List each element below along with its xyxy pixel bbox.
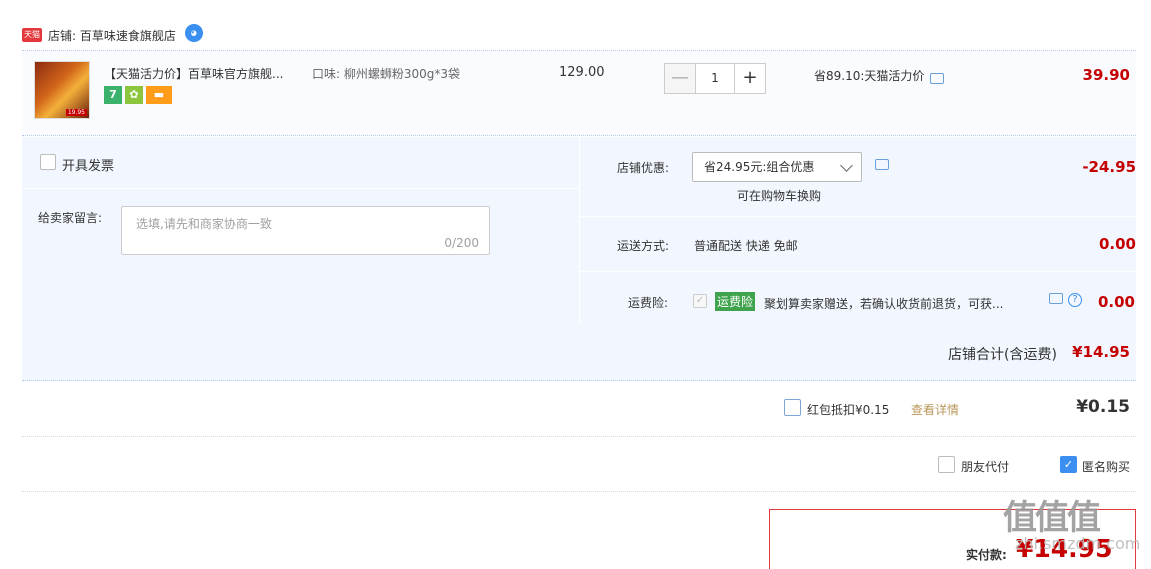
shipping-method: 普通配送 快递 免邮 xyxy=(694,239,798,253)
memo-char-count: 0/200 xyxy=(444,236,479,250)
shipping-row: 运送方式: 普通配送 快递 免邮 0.00 xyxy=(580,217,1137,272)
invoice-row: 开具发票 xyxy=(22,137,579,189)
certified-icon[interactable]: ✿ xyxy=(125,86,143,104)
comment-icon[interactable] xyxy=(1049,293,1063,304)
quantity-stepper: — 1 + xyxy=(664,63,766,94)
credit-card-icon[interactable]: ▬ xyxy=(146,86,172,104)
insurance-tag: 运费险 xyxy=(715,292,756,311)
order-options: 开具发票 给卖家留言: 选填,请先和商家协商一致 0/200 店铺优惠: 省24… xyxy=(22,137,1137,323)
chat-seller-icon[interactable]: ◕ xyxy=(184,24,203,42)
order-item-row: 19.95 【天猫活力价】百草味官方旗舰... 口味: 柳州螺蛳粉300g*3袋… xyxy=(22,50,1136,136)
shop-name[interactable]: 店铺: 百草味速食旗舰店 xyxy=(48,27,176,44)
memo-label: 给卖家留言: xyxy=(38,211,103,225)
seven-day-return-icon[interactable]: 7 xyxy=(104,86,122,104)
shop-subtotal-row: 店铺合计(含运费) ¥14.95 xyxy=(22,323,1136,381)
service-tags: 7 ✿ ▬ xyxy=(104,86,172,104)
insurance-amount: 0.00 xyxy=(1097,293,1135,311)
insurance-checkbox: ✓ xyxy=(693,294,707,308)
friend-pay-label[interactable]: 朋友代付 xyxy=(961,458,1009,475)
subtotal-value: ¥14.95 xyxy=(1072,343,1130,361)
thumbnail-price: 19.95 xyxy=(65,109,87,116)
watermark-logo-icon: 值值值 xyxy=(1003,498,1101,538)
redpack-label[interactable]: 红包抵扣¥0.15 xyxy=(807,401,889,418)
buyer-options: 开具发票 给卖家留言: 选填,请先和商家协商一致 0/200 xyxy=(22,137,579,323)
help-icon[interactable]: ? xyxy=(1068,293,1082,307)
invoice-label[interactable]: 开具发票 xyxy=(62,155,114,174)
quantity-input[interactable]: 1 xyxy=(696,63,734,94)
watermark-text: zhi.smzdm.com xyxy=(1015,534,1141,553)
watermark: 值值值 zhi.smzdm.com xyxy=(1003,490,1140,553)
redpack-row: 红包抵扣¥0.15 查看详情 ¥0.15 xyxy=(22,382,1136,437)
memo-placeholder: 选填,请先和商家协商一致 xyxy=(136,217,272,231)
shop-discount-row: 店铺优惠: 省24.95元:组合优惠 可在购物车换购 -24.95 xyxy=(580,137,1137,217)
decrease-quantity-button[interactable]: — xyxy=(664,63,696,94)
comment-icon[interactable] xyxy=(875,159,889,170)
shop-discount-value: 省24.95元:组合优惠 xyxy=(704,160,815,174)
product-thumbnail[interactable]: 19.95 xyxy=(34,61,90,119)
pricing-options: 店铺优惠: 省24.95元:组合优惠 可在购物车换购 -24.95 运送方式: … xyxy=(579,137,1137,323)
subtotal-label: 店铺合计(含运费) xyxy=(948,347,1057,363)
shipping-label: 运送方式: xyxy=(616,239,669,253)
redpack-value: ¥0.15 xyxy=(1076,397,1130,417)
cart-exchange-hint: 可在购物车换购 xyxy=(737,189,822,203)
shop-discount-amount: -24.95 xyxy=(1082,158,1136,176)
insurance-description: 聚划算卖家赠送，若确认收货前退货，可获... xyxy=(764,297,1004,311)
anonymous-checkbox[interactable]: ✓ xyxy=(1060,456,1077,473)
anonymous-label[interactable]: 匿名购买 xyxy=(1082,458,1130,475)
item-discount-text: 省89.10:天猫活力价 xyxy=(814,69,925,83)
memo-textarea[interactable]: 选填,请先和商家协商一致 0/200 xyxy=(121,206,490,255)
insurance-label: 运费险: xyxy=(627,296,668,310)
payment-label: 实付款: xyxy=(966,548,1007,562)
comment-icon[interactable] xyxy=(930,73,945,84)
increase-quantity-button[interactable]: + xyxy=(734,63,766,94)
shipping-amount: 0.00 xyxy=(1098,235,1136,253)
shop-discount-select[interactable]: 省24.95元:组合优惠 xyxy=(692,152,862,182)
redpack-details-link[interactable]: 查看详情 xyxy=(911,401,959,418)
product-spec: 口味: 柳州螺蛳粉300g*3袋 xyxy=(312,67,461,81)
item-total: 39.90 xyxy=(1082,66,1130,84)
item-discount: 省89.10:天猫活力价 xyxy=(814,67,945,84)
shop-discount-label: 店铺优惠: xyxy=(616,161,669,175)
tmall-icon: 天猫 xyxy=(22,28,42,42)
chevron-down-icon xyxy=(840,159,853,172)
friend-pay-checkbox[interactable] xyxy=(938,456,955,473)
redpack-checkbox[interactable] xyxy=(784,399,801,416)
unit-price: 129.00 xyxy=(559,65,605,80)
product-title[interactable]: 【天猫活力价】百草味官方旗舰... xyxy=(104,65,283,82)
shop-header: 天猫 店铺: 百草味速食旗舰店 ◕ xyxy=(22,24,203,46)
payment-options-row: 朋友代付 ✓ 匿名购买 xyxy=(22,437,1136,492)
invoice-checkbox[interactable] xyxy=(40,154,56,170)
